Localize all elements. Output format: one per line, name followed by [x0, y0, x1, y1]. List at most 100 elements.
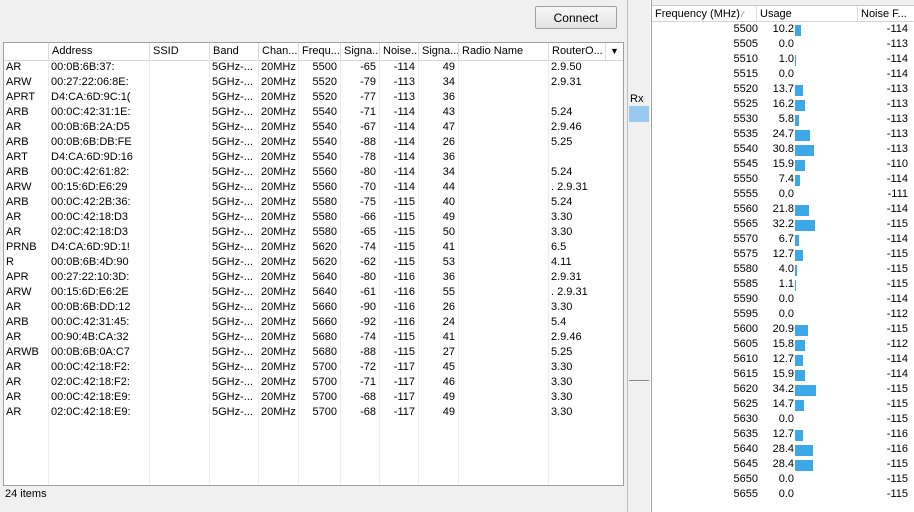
table-row[interactable]: APRT D4:CA:6D:9C:1(5GHz-... 20MHz 5520 -77 -1…: [4, 90, 623, 105]
col-frequency: 5580: [312, 211, 337, 223]
col-type: AR: [6, 406, 22, 418]
col-routeros-version-header[interactable]: RouterO...: [549, 43, 606, 60]
table-row[interactable]: ART D4:CA:6D:9D:16 5GHz-... 20MHz 5540 -78 -11…: [4, 150, 623, 165]
frequency-row[interactable]: 5570 6.7 -114: [652, 232, 914, 247]
col-signal-strength-header[interactable]: Signa...: [341, 43, 380, 60]
frequency-row[interactable]: 5635 12.7 -116: [652, 427, 914, 442]
frequency-row[interactable]: 5550 7.4 -114: [652, 172, 914, 187]
table-row[interactable]: AR 00:0C:42:18:E9: 5GHz-... 20MHz 5700 -68 -11…: [4, 390, 623, 405]
table-row[interactable]: AR 00:0B:6B:37: 5GHz-... 20MHz 5500 -65 -114 49…: [4, 60, 623, 75]
table-row[interactable]: AR 00:90:4B:CA:32 5GHz-... 20MHz 5680 -74 -115…: [4, 330, 623, 345]
table-row[interactable]: AR 00:0B:6B:DD:12 5GHz-... 20MHz 5660 -90 -116…: [4, 300, 623, 315]
table-row[interactable]: PRNB D4:CA:6D:9D:1! 5GHz-... 20MHz 5620 -74 -1…: [4, 240, 623, 255]
frequency-row[interactable]: 5510 1.0 -114: [652, 52, 914, 67]
frequency-row[interactable]: 5605 15.8 -112: [652, 337, 914, 352]
table-row[interactable]: ARB 00:0C:42:31:45: 5GHz-... 20MHz 5660 -92 -1…: [4, 315, 623, 330]
frequency-row[interactable]: 5645 28.4 -115: [652, 457, 914, 472]
table-row[interactable]: AR 02:0C:42:18:F2: 5GHz-... 20MHz 5700 -71 -11…: [4, 375, 623, 390]
col-channel-width: 20MHz: [261, 286, 296, 298]
frequency-row[interactable]: 5615 15.9 -114: [652, 367, 914, 382]
table-row[interactable]: APR 00:27:22:10:3D: 5GHz-... 20MHz 5640 -80 -1…: [4, 270, 623, 285]
col-radio-name: [459, 75, 549, 90]
col-frequency-header[interactable]: Frequ...: [299, 43, 341, 60]
col-channel-width-header[interactable]: Chan...: [259, 43, 299, 60]
noise-floor-column-header[interactable]: Noise F...: [858, 6, 914, 22]
frequency-row[interactable]: 5545 15.9 -110: [652, 157, 914, 172]
frequency-row[interactable]: 5525 16.2 -113: [652, 97, 914, 112]
frequency-row[interactable]: 5620 34.2 -115: [652, 382, 914, 397]
frequency-row[interactable]: 5520 13.7 -113: [652, 82, 914, 97]
table-row[interactable]: ARW 00:15:6D:E6:2E 5GHz-... 20MHz 5640 -61 -11…: [4, 285, 623, 300]
column-chooser-icon[interactable]: ▼: [606, 43, 623, 60]
frequency-row[interactable]: 5595 0.0 -112: [652, 307, 914, 322]
frequency-row[interactable]: 5600 20.9 -115: [652, 322, 914, 337]
frequency-value: 5545: [733, 158, 758, 170]
table-row[interactable]: R 00:0B:6B:4D:90 5GHz-... 20MHz 5620 -62 -115 5…: [4, 255, 623, 270]
col-channel-width: 20MHz: [261, 181, 296, 193]
frequency-row[interactable]: 5560 21.8 -114: [652, 202, 914, 217]
col-ssid: [150, 240, 210, 255]
table-row[interactable]: AR 00:0B:6B:2A:D5 5GHz-... 20MHz 5540 -67 -114…: [4, 120, 623, 135]
frequency-value: 5505: [733, 38, 758, 50]
table-row[interactable]: ARB 00:0C:42:2B:36: 5GHz-... 20MHz 5580 -75 -1…: [4, 195, 623, 210]
frequency-row[interactable]: 5505 0.0 -113: [652, 37, 914, 52]
col-type: AR: [6, 211, 22, 223]
usage-column-header[interactable]: Usage: [757, 6, 858, 22]
table-row[interactable]: AR 00:0C:42:18:F2: 5GHz-... 20MHz 5700 -72 -11…: [4, 360, 623, 375]
table-row[interactable]: ARB 00:0C:42:61:82: 5GHz-... 20MHz 5560 -80 -1…: [4, 165, 623, 180]
frequency-column-header[interactable]: Frequency (MHz) ⁄: [652, 6, 757, 22]
table-row[interactable]: AR 02:0C:42:18:D3 5GHz-... 20MHz 5580 -65 -115…: [4, 225, 623, 240]
frequency-row[interactable]: 5630 0.0 -115: [652, 412, 914, 427]
noise-floor-value: -116: [886, 428, 908, 440]
frequency-row[interactable]: 5565 32.2 -115: [652, 217, 914, 232]
frequency-row[interactable]: 5625 14.7 -115: [652, 397, 914, 412]
usage-value: 1.0: [778, 53, 794, 65]
col-band-header[interactable]: Band: [210, 43, 259, 60]
connect-button[interactable]: Connect: [535, 6, 617, 29]
col-noise-floor-header[interactable]: Noise...: [380, 43, 419, 60]
scan-results-table[interactable]: ▼ Address SSID Band Chan... Frequ... Signa...…: [3, 42, 624, 486]
col-address-header[interactable]: Address: [49, 43, 150, 60]
col-snr-header[interactable]: Signa...: [419, 43, 459, 60]
table-row[interactable]: ARB 00:0B:6B:DB:FE 5GHz-... 20MHz 5540 -88 -11…: [4, 135, 623, 150]
col-ssid-header[interactable]: SSID: [150, 43, 210, 60]
frequency-value: 5635: [733, 428, 758, 440]
col-routeros-version: 3.30: [551, 226, 573, 238]
col-channel-width: 20MHz: [261, 211, 296, 223]
col-radio-name: [459, 120, 549, 135]
frequency-row[interactable]: 5650 0.0 -115: [652, 472, 914, 487]
col-signal-strength: -61: [360, 286, 376, 298]
frequency-row[interactable]: 5535 24.7 -113: [652, 127, 914, 142]
col-radio-name-header[interactable]: Radio Name: [459, 43, 549, 60]
frequency-row[interactable]: 5610 12.7 -114: [652, 352, 914, 367]
col-ssid: [150, 75, 210, 90]
col-frequency: 5540: [312, 136, 337, 148]
frequency-row[interactable]: 5580 4.0 -115: [652, 262, 914, 277]
table-row[interactable]: ARB 00:0C:42:31:1E: 5GHz-... 20MHz 5540 -71 -1…: [4, 105, 623, 120]
noise-floor-value: -114: [886, 68, 908, 80]
frequency-value: 5650: [733, 473, 758, 485]
frequency-row[interactable]: 5585 1.1 -115: [652, 277, 914, 292]
frequency-row[interactable]: 5575 12.7 -115: [652, 247, 914, 262]
frequency-value: 5625: [733, 398, 758, 410]
col-frequency: 5580: [312, 226, 337, 238]
table-row[interactable]: AR 02:0C:42:18:E9: 5GHz-... 20MHz 5700 -68 -11…: [4, 405, 623, 420]
frequency-row[interactable]: 5640 28.4 -116: [652, 442, 914, 457]
frequency-row[interactable]: 5530 5.8 -113: [652, 112, 914, 127]
frequency-row[interactable]: 5590 0.0 -114: [652, 292, 914, 307]
frequency-row[interactable]: 5540 30.8 -113: [652, 142, 914, 157]
table-row[interactable]: AR 00:0C:42:18:D3 5GHz-... 20MHz 5580 -66 -115…: [4, 210, 623, 225]
table-row[interactable]: ARWB 00:0B:6B:0A:C7 5GHz-... 20MHz 5680 -88 -1…: [4, 345, 623, 360]
col-band: 5GHz-...: [212, 286, 253, 298]
usage-value: 0.0: [778, 488, 794, 500]
frequency-row[interactable]: 5500 10.2 -114: [652, 22, 914, 37]
col-ssid: [150, 255, 210, 270]
usage-bar: [795, 55, 796, 66]
table-row[interactable]: ARW 00:15:6D:E6:29 5GHz-... 20MHz 5560 -70 -11…: [4, 180, 623, 195]
col-type-header[interactable]: [4, 43, 49, 60]
frequency-row[interactable]: 5515 0.0 -114: [652, 67, 914, 82]
frequency-row[interactable]: 5655 0.0 -115: [652, 487, 914, 502]
table-row[interactable]: ARW 00:27:22:06:8E: 5GHz-... 20MHz 5520 -79 -1…: [4, 75, 623, 90]
frequency-row[interactable]: 5555 0.0 -111: [652, 187, 914, 202]
col-channel-width: 20MHz: [261, 166, 296, 178]
